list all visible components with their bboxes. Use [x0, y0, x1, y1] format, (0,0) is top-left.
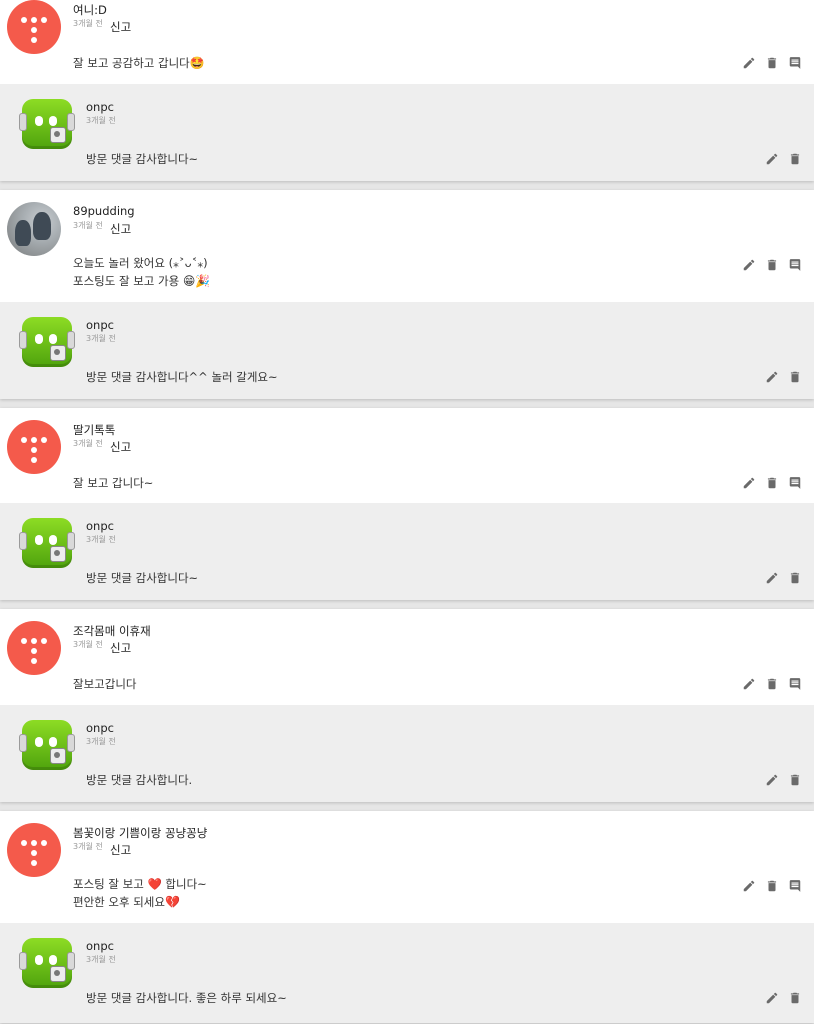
- comment-time: 3개월 전: [73, 842, 103, 851]
- reply-time: 3개월 전: [86, 334, 116, 343]
- comment-text: 오늘도 놀러 왔어요 (⁎˃ᴗ˂⁎) 포스팅도 잘 보고 가용 😁🎉: [73, 256, 211, 288]
- avatar[interactable]: [19, 317, 75, 367]
- avatar[interactable]: [7, 202, 61, 256]
- comment-icon[interactable]: [788, 258, 802, 272]
- comment-thread: 89pudding 3개월 전 신고 오늘도 놀러 왔어요 (⁎˃ᴗ˂⁎) 포스…: [0, 190, 814, 399]
- reply: onpc 3개월 전 방문 댓글 감사합니다~: [0, 503, 814, 600]
- comment: 딸기톡톡 3개월 전 신고 잘 보고 갑니다~: [0, 408, 814, 503]
- pencil-icon[interactable]: [765, 152, 779, 166]
- reply: onpc 3개월 전 방문 댓글 감사합니다. 좋은 하루 되세요~: [0, 923, 814, 1023]
- avatar[interactable]: [7, 0, 61, 54]
- avatar[interactable]: [19, 720, 75, 770]
- emoji: 😁🎉: [182, 274, 211, 288]
- report-link[interactable]: 신고: [110, 842, 131, 858]
- reply-actions: [765, 773, 802, 787]
- trash-icon[interactable]: [788, 773, 802, 787]
- avatar[interactable]: [7, 621, 61, 675]
- reply-text: 방문 댓글 감사합니다~: [86, 571, 199, 585]
- comment-author[interactable]: 봄꽃이랑 기쁨이랑 꽁냥꽁냥: [73, 825, 207, 841]
- comment-thread: 봄꽃이랑 기쁨이랑 꽁냥꽁냥 3개월 전 신고 포스팅 잘 보고 ❤️ 합니다~…: [0, 811, 814, 1023]
- avatar[interactable]: [19, 99, 75, 149]
- comment: 조각몸매 이휴재 3개월 전 신고 잘보고갑니다: [0, 609, 814, 705]
- avatar[interactable]: [7, 420, 61, 474]
- report-link[interactable]: 신고: [110, 439, 131, 455]
- comment-author[interactable]: 89pudding: [73, 204, 135, 218]
- comment-time: 3개월 전: [73, 439, 103, 448]
- comment-thread: 조각몸매 이휴재 3개월 전 신고 잘보고갑니다 onpc 3개월 전 방문 댓…: [0, 609, 814, 802]
- trash-icon[interactable]: [765, 677, 779, 691]
- report-link[interactable]: 신고: [110, 221, 131, 237]
- pencil-icon[interactable]: [742, 476, 756, 490]
- trash-icon[interactable]: [788, 370, 802, 384]
- reply: onpc 3개월 전 방문 댓글 감사합니다^^ 놀러 갈게요~: [0, 302, 814, 399]
- emoji: 💔: [164, 895, 180, 909]
- comment-time: 3개월 전: [73, 221, 103, 230]
- comment-actions: [742, 476, 802, 490]
- comment-text: 잘보고갑니다: [73, 677, 137, 691]
- report-link[interactable]: 신고: [110, 640, 131, 656]
- report-link[interactable]: 신고: [110, 19, 131, 35]
- comment-actions: [742, 258, 802, 272]
- reply-author[interactable]: onpc: [86, 100, 114, 114]
- comment-icon[interactable]: [788, 879, 802, 893]
- avatar[interactable]: [7, 823, 61, 877]
- reply-author[interactable]: onpc: [86, 318, 114, 332]
- comment-icon[interactable]: [788, 476, 802, 490]
- comment-text: 잘 보고 갑니다~: [73, 476, 154, 490]
- reply-author[interactable]: onpc: [86, 721, 114, 735]
- comment: 여니:D 3개월 전 신고 잘 보고 공감하고 갑니다🤩: [0, 0, 814, 84]
- emoji: 🤩: [189, 56, 205, 70]
- trash-icon[interactable]: [765, 258, 779, 272]
- pencil-icon[interactable]: [765, 991, 779, 1005]
- comment-actions: [742, 879, 802, 893]
- avatar[interactable]: [19, 938, 75, 988]
- comment: 89pudding 3개월 전 신고 오늘도 놀러 왔어요 (⁎˃ᴗ˂⁎) 포스…: [0, 190, 814, 302]
- comment: 봄꽃이랑 기쁨이랑 꽁냥꽁냥 3개월 전 신고 포스팅 잘 보고 ❤️ 합니다~…: [0, 811, 814, 923]
- comment-author[interactable]: 조각몸매 이휴재: [73, 623, 151, 639]
- avatar[interactable]: [19, 518, 75, 568]
- pencil-icon[interactable]: [742, 258, 756, 272]
- pencil-icon[interactable]: [765, 370, 779, 384]
- pencil-icon[interactable]: [742, 879, 756, 893]
- reply-time: 3개월 전: [86, 737, 116, 746]
- reply: onpc 3개월 전 방문 댓글 감사합니다~: [0, 84, 814, 181]
- reply-actions: [765, 370, 802, 384]
- pencil-icon[interactable]: [765, 571, 779, 585]
- trash-icon[interactable]: [765, 879, 779, 893]
- pencil-icon[interactable]: [765, 773, 779, 787]
- comment-author[interactable]: 딸기톡톡: [73, 422, 115, 438]
- pencil-icon[interactable]: [742, 56, 756, 70]
- reply-author[interactable]: onpc: [86, 939, 114, 953]
- trash-icon[interactable]: [788, 152, 802, 166]
- comment-text: 포스팅 잘 보고 ❤️ 합니다~ 편안한 오후 되세요💔: [73, 877, 207, 909]
- reply-time: 3개월 전: [86, 116, 116, 125]
- comment-thread: 딸기톡톡 3개월 전 신고 잘 보고 갑니다~ onpc 3개월 전 방문 댓글…: [0, 408, 814, 600]
- trash-icon[interactable]: [765, 476, 779, 490]
- comment-text: 잘 보고 공감하고 갑니다🤩: [73, 56, 205, 70]
- comment-icon[interactable]: [788, 677, 802, 691]
- reply-actions: [765, 571, 802, 585]
- comment-actions: [742, 56, 802, 70]
- comment-actions: [742, 677, 802, 691]
- reply-text: 방문 댓글 감사합니다~: [86, 152, 199, 166]
- reply-actions: [765, 991, 802, 1005]
- reply-author[interactable]: onpc: [86, 519, 114, 533]
- comment-time: 3개월 전: [73, 19, 103, 28]
- reply-time: 3개월 전: [86, 535, 116, 544]
- reply-text: 방문 댓글 감사합니다. 좋은 하루 되세요~: [86, 991, 287, 1005]
- reply: onpc 3개월 전 방문 댓글 감사합니다.: [0, 705, 814, 802]
- trash-icon[interactable]: [788, 991, 802, 1005]
- comment-list: 여니:D 3개월 전 신고 잘 보고 공감하고 갑니다🤩 onpc 3개월 전 …: [0, 0, 814, 1023]
- reply-text: 방문 댓글 감사합니다.: [86, 773, 193, 787]
- trash-icon[interactable]: [788, 571, 802, 585]
- comment-author[interactable]: 여니:D: [73, 2, 107, 18]
- comment-thread: 여니:D 3개월 전 신고 잘 보고 공감하고 갑니다🤩 onpc 3개월 전 …: [0, 0, 814, 181]
- trash-icon[interactable]: [765, 56, 779, 70]
- comment-icon[interactable]: [788, 56, 802, 70]
- comment-time: 3개월 전: [73, 640, 103, 649]
- pencil-icon[interactable]: [742, 677, 756, 691]
- reply-actions: [765, 152, 802, 166]
- reply-text: 방문 댓글 감사합니다^^ 놀러 갈게요~: [86, 370, 278, 384]
- reply-time: 3개월 전: [86, 955, 116, 964]
